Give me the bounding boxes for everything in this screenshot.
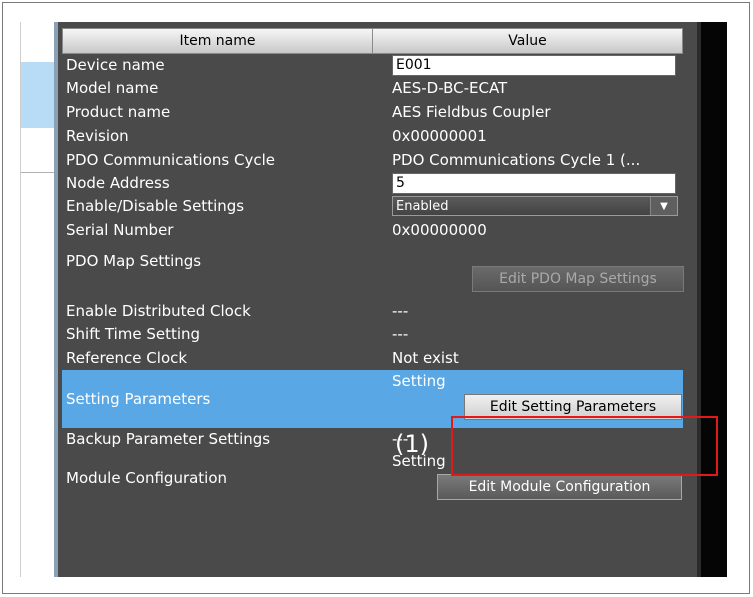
- left-tree-panel: [20, 22, 59, 577]
- row-value: PDO Communications Cycle 1 (...: [392, 151, 641, 169]
- row-enable-distributed-clock[interactable]: Enable Distributed Clock ---: [62, 300, 683, 322]
- row-label: Backup Parameter Settings: [66, 430, 271, 448]
- annotation-number: (1): [395, 430, 429, 458]
- row-value: Setting: [392, 372, 446, 390]
- row-value: 0x00000001: [392, 127, 487, 145]
- row-setting-parameters[interactable]: Setting Parameters Setting Edit Setting …: [62, 370, 683, 428]
- row-label: Product name: [66, 103, 171, 121]
- row-value: AES Fieldbus Coupler: [392, 103, 551, 121]
- enable-disable-select[interactable]: Enabled ▼: [392, 196, 678, 216]
- row-backup-parameter-settings[interactable]: Backup Parameter Settings ---: [62, 428, 683, 450]
- edit-module-configuration-button[interactable]: Edit Module Configuration: [437, 474, 682, 500]
- grid-header: Item name Value: [62, 28, 683, 54]
- row-label: Serial Number: [66, 221, 174, 239]
- row-label: Shift Time Setting: [66, 325, 201, 343]
- row-label: Enable Distributed Clock: [66, 302, 251, 320]
- row-label: Model name: [66, 79, 159, 97]
- row-revision[interactable]: Revision 0x00000001: [62, 124, 683, 148]
- property-panel: Item name Value Device name E001 Model n…: [58, 22, 697, 577]
- row-label: Device name: [66, 56, 165, 74]
- row-value: ---: [392, 430, 409, 448]
- row-device-name[interactable]: Device name E001: [62, 54, 683, 76]
- row-pdo-communications-cycle[interactable]: PDO Communications Cycle PDO Communicati…: [62, 148, 683, 172]
- row-value: Not exist: [392, 349, 459, 367]
- row-serial-number[interactable]: Serial Number 0x00000000: [62, 218, 683, 242]
- node-address-input[interactable]: 5: [392, 172, 676, 194]
- row-value: ---: [392, 325, 409, 343]
- row-value: 0x00000000: [392, 221, 487, 239]
- edit-setting-parameters-button[interactable]: Edit Setting Parameters: [464, 394, 682, 420]
- select-value: Enabled: [396, 198, 449, 214]
- row-reference-clock[interactable]: Reference Clock Not exist: [62, 346, 683, 370]
- row-label: PDO Map Settings: [66, 252, 202, 270]
- device-name-input[interactable]: E001: [392, 54, 676, 76]
- dropdown-arrow-icon[interactable]: ▼: [650, 197, 677, 215]
- row-value: AES-D-BC-ECAT: [392, 79, 508, 97]
- row-product-name[interactable]: Product name AES Fieldbus Coupler: [62, 100, 683, 124]
- row-enable-disable[interactable]: Enable/Disable Settings Enabled ▼: [62, 194, 683, 218]
- row-label: Node Address: [66, 174, 170, 192]
- row-label: Setting Parameters: [66, 390, 211, 408]
- row-model-name[interactable]: Model name AES-D-BC-ECAT: [62, 76, 683, 100]
- row-shift-time-setting[interactable]: Shift Time Setting ---: [62, 322, 683, 346]
- row-node-address[interactable]: Node Address 5: [62, 172, 683, 194]
- header-item-name[interactable]: Item name: [63, 29, 373, 53]
- row-label: Revision: [66, 127, 129, 145]
- row-label: PDO Communications Cycle: [66, 151, 275, 169]
- row-module-configuration[interactable]: Module Configuration Setting Edit Module…: [62, 450, 683, 506]
- header-value[interactable]: Value: [373, 29, 682, 53]
- edit-pdo-map-settings-button[interactable]: Edit PDO Map Settings: [472, 266, 684, 292]
- row-label: Enable/Disable Settings: [66, 197, 245, 215]
- row-value: ---: [392, 302, 409, 320]
- row-label: Module Configuration: [66, 469, 228, 487]
- row-pdo-map-settings[interactable]: PDO Map Settings Edit PDO Map Settings: [62, 242, 684, 300]
- row-label: Reference Clock: [66, 349, 188, 367]
- right-splitter[interactable]: [697, 22, 701, 577]
- right-splitter-panel: [697, 22, 727, 577]
- property-grid: Item name Value Device name E001 Model n…: [62, 28, 684, 506]
